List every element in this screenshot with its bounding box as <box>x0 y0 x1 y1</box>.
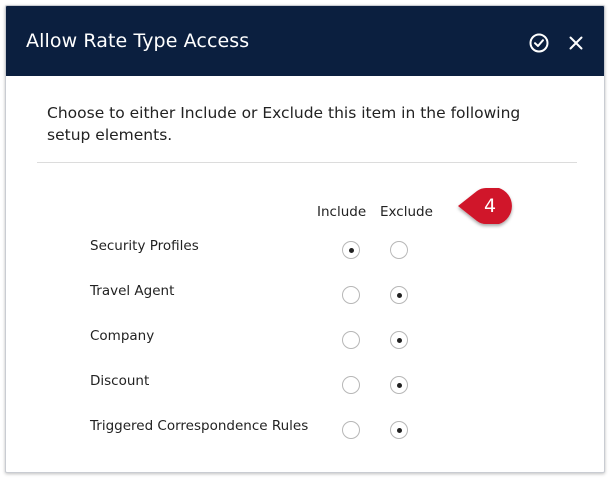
allow-rate-type-access-dialog: Allow Rate Type Access Choose to either … <box>5 5 605 473</box>
callout-number: 4 <box>483 195 497 217</box>
intro-text: Choose to either Include or Exclude this… <box>47 104 521 144</box>
exclude-radio[interactable] <box>390 421 408 439</box>
dialog-header: Allow Rate Type Access <box>6 6 604 76</box>
include-radio[interactable] <box>342 286 360 304</box>
exclude-radio[interactable] <box>390 241 408 259</box>
exclude-radio[interactable] <box>390 376 408 394</box>
include-column-header: Include <box>317 204 367 220</box>
exclude-radio[interactable] <box>390 331 408 349</box>
check-circle-icon <box>529 33 549 53</box>
save-button[interactable] <box>528 32 550 54</box>
include-radio[interactable] <box>342 421 360 439</box>
row-label: Travel Agent <box>90 283 175 299</box>
row-label: Discount <box>90 373 150 389</box>
include-radio[interactable] <box>342 331 360 349</box>
row-label: Triggered Correspondence Rules <box>90 418 309 434</box>
exclude-radio[interactable] <box>390 286 408 304</box>
row-label: Company <box>90 328 155 344</box>
include-radio[interactable] <box>342 376 360 394</box>
divider <box>37 162 577 163</box>
exclude-column-header: Exclude <box>380 204 433 220</box>
row-label: Security Profiles <box>90 238 199 254</box>
dialog-title: Allow Rate Type Access <box>26 30 250 52</box>
include-radio[interactable] <box>342 241 360 259</box>
close-button[interactable] <box>565 32 587 54</box>
close-icon <box>569 36 583 50</box>
